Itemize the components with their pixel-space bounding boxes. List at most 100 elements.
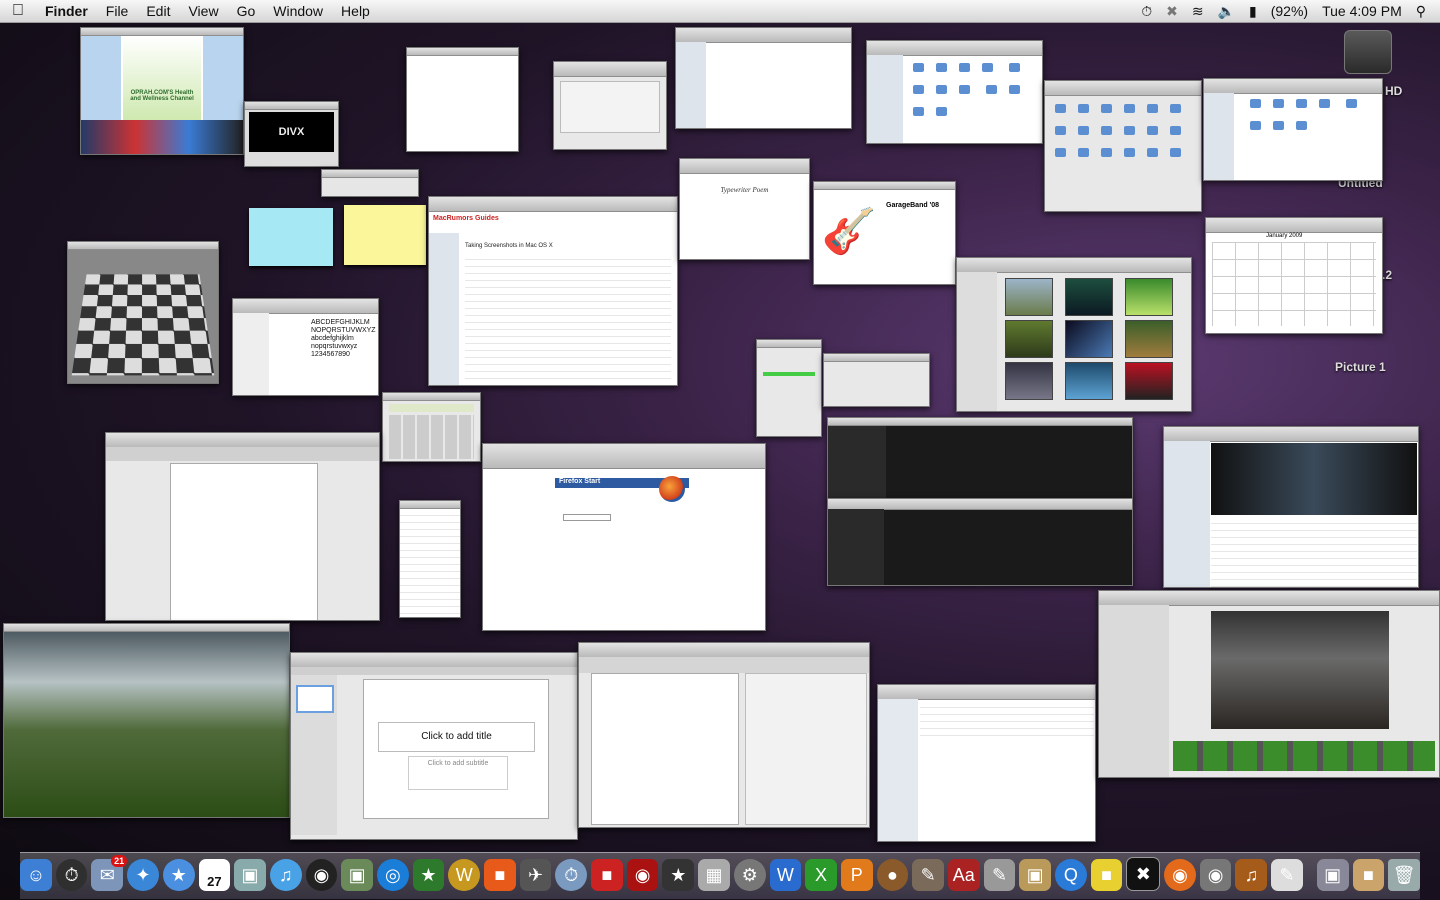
window-calculator[interactable]: [382, 392, 481, 462]
menu-help[interactable]: Help: [332, 3, 379, 19]
firefox-icon[interactable]: ◉: [1164, 859, 1196, 891]
clock[interactable]: Tue 4:09 PM: [1322, 3, 1402, 19]
window-desktop-pictures[interactable]: [956, 257, 1192, 412]
ical-icon[interactable]: 27: [199, 859, 231, 891]
picture1-label[interactable]: Picture 1: [1335, 360, 1386, 374]
window-iphoto[interactable]: [1098, 590, 1440, 778]
window-dark-1[interactable]: [827, 417, 1133, 501]
window-prefs-dialog[interactable]: [823, 353, 930, 407]
menu-go[interactable]: Go: [228, 3, 265, 19]
script-icon[interactable]: ✎: [984, 859, 1016, 891]
bluetooth-icon[interactable]: ✖: [1166, 3, 1178, 20]
front-row-icon[interactable]: ◉: [306, 859, 338, 891]
calendar-title: January 2009: [1266, 233, 1302, 239]
sticky-note-yellow[interactable]: [344, 205, 426, 265]
game-icon[interactable]: ★: [413, 859, 445, 891]
window-keynote[interactable]: Click to add title Click to add subtitle: [290, 652, 578, 840]
box-icon[interactable]: ■: [484, 859, 516, 891]
window-dialog[interactable]: [321, 169, 419, 197]
hard-drive-icon[interactable]: [1344, 30, 1392, 74]
archive-icon[interactable]: ■: [1353, 859, 1385, 891]
calculator-icon[interactable]: ▦: [698, 859, 730, 891]
quicktime-icon[interactable]: Q: [1055, 859, 1087, 891]
terminal-icon[interactable]: ✖: [1126, 857, 1160, 891]
window-chess[interactable]: [67, 241, 219, 384]
app-icon-15[interactable]: ✈: [520, 859, 552, 891]
window-font-book[interactable]: ABCDEFGHIJKLM NOPQRSTUVWXYZ abcdefghijkl…: [232, 298, 379, 396]
menu-window[interactable]: Window: [264, 3, 332, 19]
battery-icon[interactable]: ▮: [1249, 3, 1257, 20]
itunes-icon[interactable]: ♫: [270, 859, 302, 891]
window-dark-2[interactable]: [827, 498, 1133, 586]
font-sample: ABCDEFGHIJKLM NOPQRSTUVWXYZ abcdefghijkl…: [311, 319, 375, 359]
window-buddy-list[interactable]: [399, 500, 461, 618]
garageband-icon[interactable]: ♫: [1235, 859, 1267, 891]
window-itunes[interactable]: [1163, 426, 1419, 588]
battery-percent[interactable]: (92%): [1271, 3, 1308, 19]
window-word[interactable]: [105, 432, 380, 621]
sticky-note-blue[interactable]: [249, 208, 333, 266]
apple-menu-icon[interactable]: : [0, 2, 36, 20]
preview-icon[interactable]: ▣: [234, 859, 266, 891]
volume-icon[interactable]: 🔈: [1218, 3, 1235, 20]
trash-icon[interactable]: 🗑: [1388, 859, 1420, 891]
image-capture-icon[interactable]: ▣: [1019, 859, 1051, 891]
dashboard-icon[interactable]: ⏱: [56, 859, 88, 891]
excel-icon[interactable]: X: [805, 859, 837, 891]
photobooth-icon[interactable]: ◉: [627, 859, 659, 891]
stickies-icon[interactable]: ■: [1091, 859, 1123, 891]
window-textedit-poem[interactable]: Typewriter Poem: [679, 158, 810, 260]
article-site: MacRumors Guides: [433, 215, 499, 222]
search-input[interactable]: [563, 514, 611, 521]
chess-board[interactable]: [72, 274, 215, 375]
dictionary-icon[interactable]: Aa: [948, 859, 980, 891]
window-ical[interactable]: January 2009: [1205, 217, 1383, 334]
time-machine-app-icon[interactable]: ⏱: [555, 859, 587, 891]
window-system-preferences[interactable]: [1044, 80, 1202, 212]
system-preferences-icon[interactable]: ⚙: [734, 859, 766, 891]
hd-label[interactable]: HD: [1385, 84, 1402, 98]
window-downloads[interactable]: [756, 339, 822, 437]
ichat-icon[interactable]: ★: [163, 859, 195, 891]
menu-bar:  Finder File Edit View Go Window Help ⏱…: [0, 0, 1440, 23]
window-blank-text[interactable]: [406, 47, 519, 152]
menu-app-name[interactable]: Finder: [36, 3, 97, 19]
chair-icon[interactable]: ■: [591, 859, 623, 891]
screen-icon[interactable]: ▣: [1317, 859, 1349, 891]
time-machine-icon[interactable]: ⏱: [1141, 3, 1152, 20]
menu-view[interactable]: View: [179, 3, 227, 19]
spotlight-app-icon[interactable]: ◎: [377, 859, 409, 891]
powerpoint-icon[interactable]: P: [841, 859, 873, 891]
camera-icon[interactable]: ◉: [1200, 859, 1232, 891]
window-article[interactable]: MacRumors Guides Taking Screenshots in M…: [428, 196, 678, 386]
coconut-icon[interactable]: ●: [877, 859, 909, 891]
safari-icon[interactable]: ✦: [127, 859, 159, 891]
wow-icon[interactable]: W: [448, 859, 480, 891]
window-garageband[interactable]: 🎸 GarageBand '08: [813, 181, 956, 285]
wifi-icon[interactable]: ≋: [1192, 3, 1204, 20]
word-icon[interactable]: W: [770, 859, 802, 891]
textedit-icon[interactable]: ✎: [1271, 859, 1303, 891]
window-oprah[interactable]: OPRAH.COM'S Health and Wellness Channel: [80, 27, 244, 155]
window-spreadsheet[interactable]: [578, 642, 870, 828]
window-divx[interactable]: DIVX: [244, 101, 339, 167]
file-label[interactable]: .2: [1382, 268, 1392, 282]
star-icon[interactable]: ★: [662, 859, 694, 891]
finder-icon[interactable]: ☺: [20, 859, 52, 891]
window-settings[interactable]: [553, 61, 667, 150]
spotlight-icon[interactable]: ⚲: [1416, 3, 1426, 20]
menu-file[interactable]: File: [97, 3, 138, 19]
ink-icon[interactable]: ✎: [912, 859, 944, 891]
window-landscape-photo[interactable]: [3, 623, 290, 818]
iphoto-icon[interactable]: ▣: [341, 859, 373, 891]
mail-icon[interactable]: ✉ 21: [91, 859, 123, 891]
slide-title-placeholder[interactable]: Click to add title: [378, 722, 535, 752]
window-firefox[interactable]: Firefox Start: [482, 443, 766, 631]
window-finder-2[interactable]: [866, 40, 1043, 144]
menu-extras: ⏱ ✖ ≋ 🔈 ▮ (92%) Tue 4:09 PM ⚲: [1141, 3, 1440, 20]
window-finder-3[interactable]: [1203, 78, 1383, 181]
slide-subtitle-placeholder[interactable]: Click to add subtitle: [408, 756, 508, 790]
window-finder-1[interactable]: [675, 27, 852, 129]
window-mail[interactable]: [877, 684, 1096, 842]
menu-edit[interactable]: Edit: [137, 3, 179, 19]
